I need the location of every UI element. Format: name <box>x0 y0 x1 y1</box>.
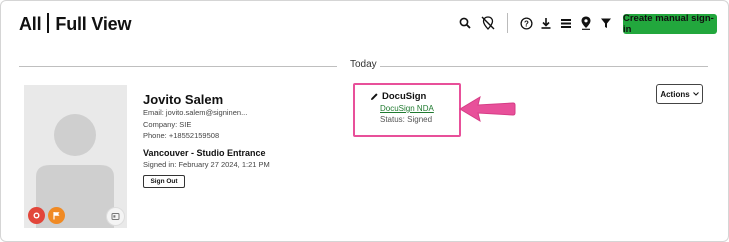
badge-id-card-icon[interactable] <box>106 207 125 226</box>
timeline-date-label: Today <box>350 59 377 70</box>
title-all: All <box>19 14 42 34</box>
svg-text:?: ? <box>524 19 529 28</box>
document-link[interactable]: DocuSign NDA <box>380 104 434 113</box>
timeline-rule-right <box>380 66 708 67</box>
help-icon[interactable]: ? <box>518 15 534 31</box>
timeline-rule-left <box>19 66 337 67</box>
page-title: All Full View <box>19 13 131 35</box>
create-manual-sign-in-button[interactable]: Create manual sign-in <box>623 13 717 35</box>
toolbar-divider <box>507 13 508 33</box>
hide-location-icon[interactable] <box>479 15 497 31</box>
visitor-photo-placeholder <box>24 85 127 228</box>
visitor-location: Vancouver - Studio Entrance <box>143 148 266 158</box>
pencil-icon <box>371 93 378 100</box>
visitor-signed-in: Signed in: February 27 2024, 1:21 PM <box>143 160 270 169</box>
list-icon[interactable] <box>558 15 574 31</box>
download-icon[interactable] <box>538 15 554 31</box>
document-title: DocuSign <box>382 91 427 102</box>
actions-dropdown[interactable]: Actions <box>656 84 703 104</box>
location-pin-icon[interactable] <box>578 15 594 31</box>
pointer-arrow-icon <box>459 95 516 123</box>
actions-label: Actions <box>660 89 690 99</box>
sign-out-button[interactable]: Sign Out <box>143 175 185 188</box>
chevron-down-icon <box>692 92 699 96</box>
title-full-view: Full View <box>55 14 132 34</box>
visitor-company: Company: SIE <box>143 120 192 129</box>
title-separator <box>47 13 50 33</box>
visitor-phone: Phone: +18552159508 <box>143 131 220 140</box>
visitor-name: Jovito Salem <box>143 92 224 107</box>
document-heading: DocuSign <box>370 91 426 102</box>
search-icon[interactable] <box>457 15 473 31</box>
badge-alert-icon[interactable] <box>28 207 45 224</box>
filter-icon[interactable] <box>598 15 614 31</box>
document-status: Status: Signed <box>380 115 433 124</box>
visitor-email: Email: jovito.salem@signinen... <box>143 108 248 117</box>
badge-flag-icon[interactable] <box>48 207 65 224</box>
